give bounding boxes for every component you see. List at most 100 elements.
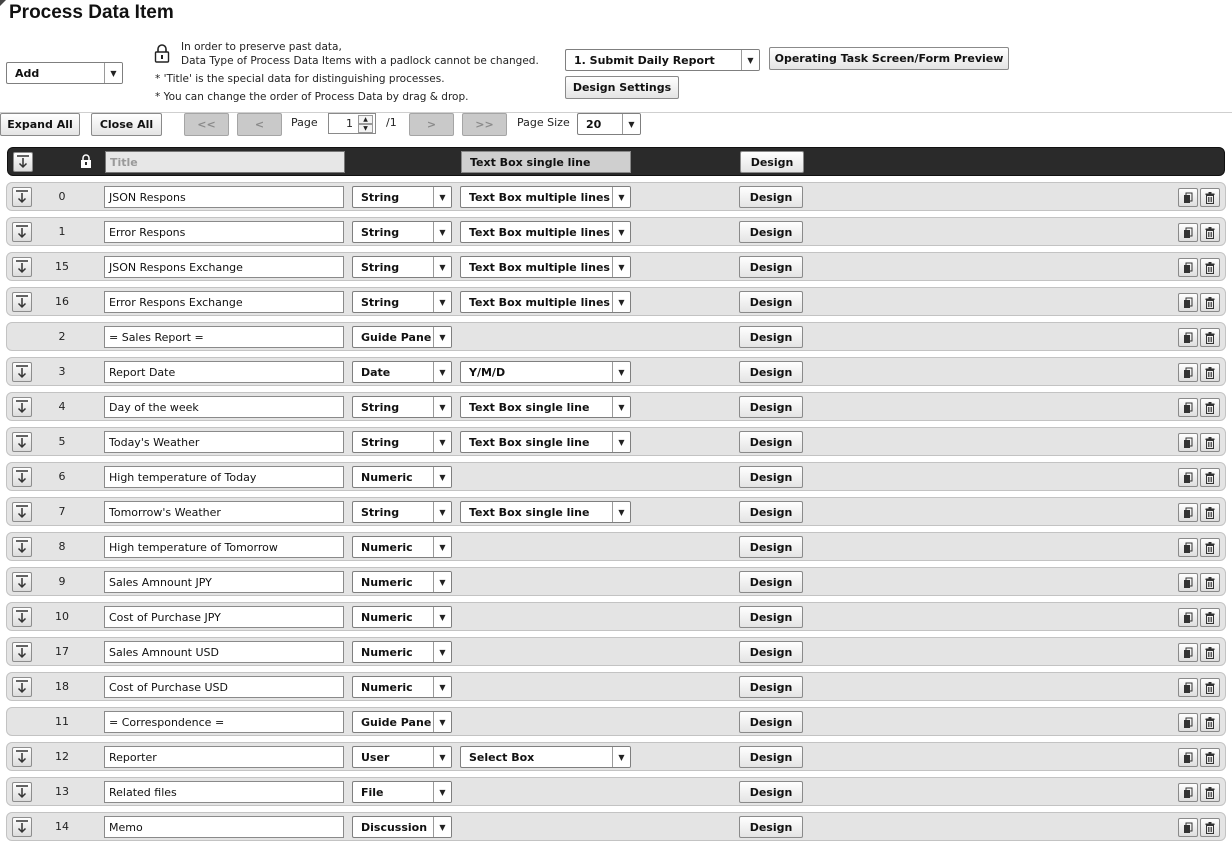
form-type-select[interactable]: Text Box multiple lines ▼	[460, 291, 631, 313]
item-name-field[interactable]: Tomorrow's Weather	[104, 501, 344, 523]
table-row[interactable]: 8 High temperature of Tomorrow Numeric ▼ Des…	[6, 532, 1226, 561]
item-name-field[interactable]: Error Respons	[104, 221, 344, 243]
design-button[interactable]: Design	[739, 781, 803, 803]
prev-page-button[interactable]: <	[237, 113, 282, 136]
design-button[interactable]: Design	[739, 256, 803, 278]
data-type-select[interactable]: Numeric ▼	[352, 641, 452, 663]
copy-icon[interactable]	[1178, 678, 1198, 697]
drag-handle-icon[interactable]	[12, 502, 32, 522]
form-type-select[interactable]: Text Box multiple lines ▼	[460, 186, 631, 208]
item-name-field[interactable]: = Sales Report =	[104, 326, 344, 348]
trash-icon[interactable]	[1200, 643, 1220, 662]
item-name-field[interactable]: Day of the week	[104, 396, 344, 418]
item-name-field[interactable]: High temperature of Today	[104, 466, 344, 488]
form-preview-button[interactable]: Operating Task Screen/Form Preview	[769, 47, 1009, 70]
copy-icon[interactable]	[1178, 818, 1198, 837]
copy-icon[interactable]	[1178, 433, 1198, 452]
last-page-button[interactable]: >>	[462, 113, 507, 136]
table-row[interactable]: 10 Cost of Purchase JPY Numeric ▼ Design	[6, 602, 1226, 631]
next-page-button[interactable]: >	[409, 113, 454, 136]
form-type-select[interactable]: Text Box single line ▼	[460, 501, 631, 523]
design-button[interactable]: Design	[739, 746, 803, 768]
page-number-input[interactable]: 1 ▲ ▼	[328, 113, 376, 134]
drag-handle-icon[interactable]	[12, 607, 32, 627]
table-row[interactable]: 3 Report Date Date ▼ Y/M/D ▼ Design	[6, 357, 1226, 386]
design-button[interactable]: Design	[739, 606, 803, 628]
trash-icon[interactable]	[1200, 433, 1220, 452]
drag-handle-icon[interactable]	[12, 292, 32, 312]
data-type-select[interactable]: String ▼	[352, 221, 452, 243]
design-button[interactable]: Design	[739, 466, 803, 488]
copy-icon[interactable]	[1178, 468, 1198, 487]
trash-icon[interactable]	[1200, 783, 1220, 802]
page-size-select[interactable]: 20 ▼	[577, 113, 641, 135]
design-button[interactable]: Design	[739, 431, 803, 453]
data-type-select[interactable]: Discussion ▼	[352, 816, 452, 838]
data-type-select[interactable]: String ▼	[352, 256, 452, 278]
trash-icon[interactable]	[1200, 293, 1220, 312]
form-type-select[interactable]: Y/M/D ▼	[460, 361, 631, 383]
table-row[interactable]: 4 Day of the week String ▼ Text Box single l…	[6, 392, 1226, 421]
drag-handle-icon[interactable]	[12, 187, 32, 207]
table-row[interactable]: 15 JSON Respons Exchange String ▼ Text Box m…	[6, 252, 1226, 281]
copy-icon[interactable]	[1178, 643, 1198, 662]
item-name-field[interactable]: Cost of Purchase JPY	[104, 606, 344, 628]
data-type-select[interactable]: String ▼	[352, 501, 452, 523]
table-row[interactable]: 18 Cost of Purchase USD Numeric ▼ Design	[6, 672, 1226, 701]
data-type-select[interactable]: String ▼	[352, 186, 452, 208]
copy-icon[interactable]	[1178, 293, 1198, 312]
drag-handle-icon[interactable]	[13, 152, 33, 172]
copy-icon[interactable]	[1178, 188, 1198, 207]
drag-handle-icon[interactable]	[12, 257, 32, 277]
close-all-button[interactable]: Close All	[91, 113, 162, 136]
trash-icon[interactable]	[1200, 818, 1220, 837]
table-row[interactable]: 16 Error Respons Exchange String ▼ Text Box …	[6, 287, 1226, 316]
item-name-field[interactable]: Report Date	[104, 361, 344, 383]
table-row[interactable]: 6 High temperature of Today Numeric ▼ Design	[6, 462, 1226, 491]
data-type-select[interactable]: Numeric ▼	[352, 571, 452, 593]
copy-icon[interactable]	[1178, 608, 1198, 627]
item-name-field[interactable]: JSON Respons Exchange	[104, 256, 344, 278]
item-name-field[interactable]: JSON Respons	[104, 186, 344, 208]
copy-icon[interactable]	[1178, 573, 1198, 592]
design-button[interactable]: Design	[739, 326, 803, 348]
form-type-select[interactable]: Text Box single line ▼	[460, 396, 631, 418]
data-type-select[interactable]: Guide Pane ▼	[352, 711, 452, 733]
data-type-select[interactable]: Numeric ▼	[352, 466, 452, 488]
data-type-select[interactable]: Date ▼	[352, 361, 452, 383]
trash-icon[interactable]	[1200, 468, 1220, 487]
design-button[interactable]: Design	[739, 571, 803, 593]
trash-icon[interactable]	[1200, 608, 1220, 627]
copy-icon[interactable]	[1178, 713, 1198, 732]
expand-all-button[interactable]: Expand All	[0, 113, 80, 136]
data-type-select[interactable]: String ▼	[352, 291, 452, 313]
copy-icon[interactable]	[1178, 398, 1198, 417]
design-button[interactable]: Design	[739, 536, 803, 558]
data-type-select[interactable]: Guide Pane ▼	[352, 326, 452, 348]
item-name-field[interactable]: Today's Weather	[104, 431, 344, 453]
trash-icon[interactable]	[1200, 363, 1220, 382]
design-button[interactable]: Design	[739, 221, 803, 243]
spin-up-icon[interactable]: ▲	[358, 115, 373, 124]
copy-icon[interactable]	[1178, 328, 1198, 347]
copy-icon[interactable]	[1178, 538, 1198, 557]
data-type-select[interactable]: Numeric ▼	[352, 606, 452, 628]
drag-handle-icon[interactable]	[12, 747, 32, 767]
item-name-field[interactable]: Cost of Purchase USD	[104, 676, 344, 698]
design-button[interactable]: Design	[739, 361, 803, 383]
design-settings-button[interactable]: Design Settings	[565, 76, 679, 99]
drag-handle-icon[interactable]	[12, 817, 32, 837]
item-name-field[interactable]: Error Respons Exchange	[104, 291, 344, 313]
drag-handle-icon[interactable]	[12, 677, 32, 697]
table-row[interactable]: 14 Memo Discussion ▼ Design	[6, 812, 1226, 841]
design-button[interactable]: Design	[739, 816, 803, 838]
table-row[interactable]: 17 Sales Amnount USD Numeric ▼ Design	[6, 637, 1226, 666]
table-row[interactable]: 5 Today's Weather String ▼ Text Box single l…	[6, 427, 1226, 456]
drag-handle-icon[interactable]	[12, 397, 32, 417]
drag-handle-icon[interactable]	[12, 222, 32, 242]
data-type-select[interactable]: String ▼	[352, 431, 452, 453]
drag-handle-icon[interactable]	[12, 642, 32, 662]
item-name-field[interactable]: = Correspondence =	[104, 711, 344, 733]
design-button[interactable]: Design	[739, 186, 803, 208]
data-type-select[interactable]: Numeric ▼	[352, 536, 452, 558]
